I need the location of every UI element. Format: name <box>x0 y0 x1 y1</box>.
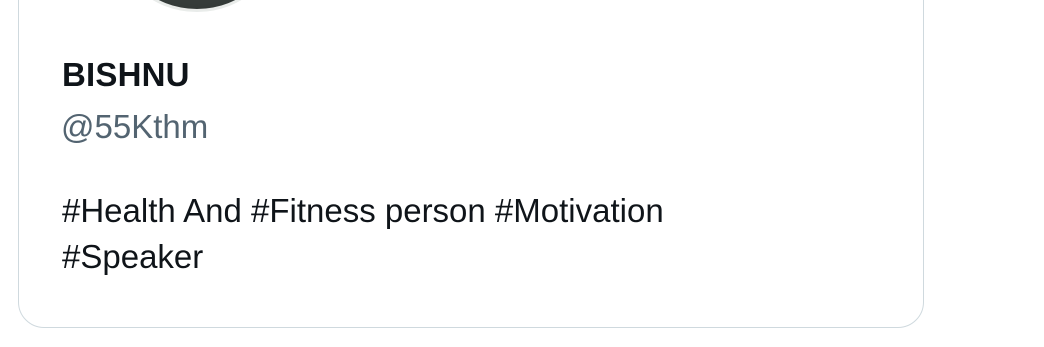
profile-bio: #Health And #Fitness person #Motivation … <box>62 188 822 280</box>
user-handle: @55Kthm <box>61 108 209 145</box>
bio-line: #Speaker <box>62 238 204 275</box>
bio-line: #Health And #Fitness person #Motivation <box>62 192 664 229</box>
page: BISHNU @55Kthm #Health And #Fitness pers… <box>0 0 1044 347</box>
display-name: BISHNU <box>62 56 190 93</box>
